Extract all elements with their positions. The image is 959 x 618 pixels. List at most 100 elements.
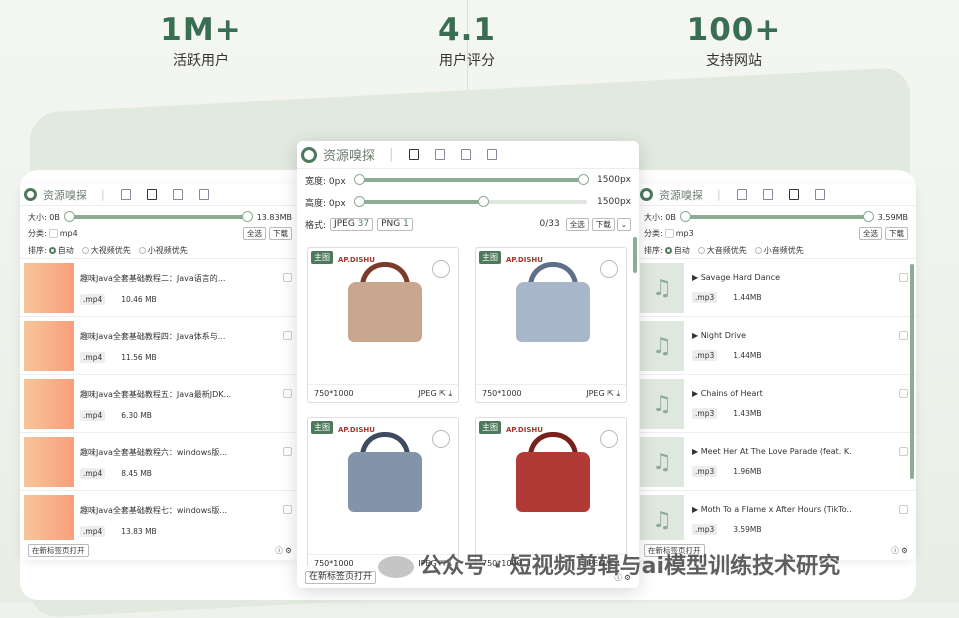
height-label: 高度: 0px [305,198,346,209]
image-card[interactable]: 主图 AP.DISHU 750*1000 JPEG ⇱ ⤓ [475,247,627,403]
slider-min-knob[interactable] [353,174,365,185]
scrollbar[interactable] [910,264,914,479]
open-external-icon[interactable]: ⇱ [439,389,446,398]
list-item[interactable]: 趣味Java全套基础教程二：Java语言的... .mp4 10.46 MB [20,259,300,317]
sort-radio[interactable] [754,246,762,254]
download-icon[interactable]: ⤓ [616,389,620,398]
item-checkbox[interactable] [899,389,908,398]
sort-radio[interactable] [48,246,56,254]
video-tab-icon[interactable] [146,189,157,200]
sort-radio[interactable] [697,246,705,254]
slider-min-knob[interactable] [679,211,691,222]
download-button[interactable]: 下载 [269,226,292,240]
music-note-icon: ♫ [640,379,684,429]
width-max: 1500px [597,175,631,185]
image-tab-icon[interactable] [409,149,420,160]
category-checkbox[interactable] [664,228,674,238]
sort-radio[interactable] [664,246,672,254]
file-size: 11.56 MB [121,353,157,362]
list-item[interactable]: ♫ ▶ Chains of Heart .mp3 1.43MB [636,375,916,433]
info-icon[interactable]: ⓘ ⚙ [891,545,908,556]
app-title: 资源嗅探 [323,149,376,164]
item-checkbox[interactable] [283,505,292,514]
select-all-button[interactable]: 全选 [565,217,589,231]
stat-number: 4.1 [438,12,496,48]
slider-min-knob[interactable] [353,196,365,207]
item-checkbox[interactable] [283,389,292,398]
list-item[interactable]: ♫ ▶ Meet Her At The Love Parade (feat. K.… [636,433,916,491]
download-button[interactable]: 下载 [591,217,615,231]
format-png-chip[interactable]: PNG 1 [377,217,413,231]
list-item[interactable]: 趣味Java全套基础教程四：Java体系与... .mp4 11.56 MB [20,317,300,375]
open-external-icon[interactable]: ⇱ [607,389,614,398]
info-icon[interactable]: ⓘ ⚙ [275,545,292,556]
sort-row: 排序: 自动 大音频优先 小音频优先 [636,242,916,258]
select-all-button[interactable]: 全选 [243,226,266,240]
slider-min-knob[interactable] [63,211,75,222]
item-checkbox[interactable] [283,447,292,456]
item-checkbox[interactable] [283,331,292,340]
video-sniffer-panel: 资源嗅探 | 大小: 0B 13.83MB 分类: mp4 全选 下载 排序: 自动 大视频优… [20,184,300,560]
file-size: 8.45 MB [121,469,152,478]
doc-tab-icon[interactable] [198,189,209,200]
select-circle[interactable] [432,430,450,448]
width-slider[interactable] [353,174,590,185]
select-circle[interactable] [432,260,450,278]
item-checkbox[interactable] [899,331,908,340]
list-item[interactable]: ♫ ▶ Night Drive .mp3 1.44MB [636,317,916,375]
image-tab-icon[interactable] [120,189,131,200]
select-circle[interactable] [600,260,618,278]
item-checkbox[interactable] [899,505,908,514]
audio-tab-icon[interactable] [788,189,799,200]
list-item[interactable]: ♫ ▶ Savage Hard Dance .mp3 1.44MB [636,259,916,317]
video-tab-icon[interactable] [762,189,773,200]
format-jpeg-chip[interactable]: JPEG 37 [330,217,374,231]
doc-tab-icon[interactable] [487,149,498,160]
list-item[interactable]: 趣味Java全套基础教程五：Java最新JDK... .mp4 6.30 MB [20,375,300,433]
sort-option: 小音频优先 [763,245,804,255]
stat-users: 1M+ 活跃用户 [121,12,281,70]
app-title: 资源嗅探 [43,188,87,202]
sort-radio[interactable] [81,246,89,254]
category-checkbox[interactable] [48,228,58,238]
open-new-tab-button[interactable]: 在新标签页打开 [28,543,89,557]
slider-max-knob[interactable] [241,211,253,222]
sort-row: 排序: 自动 大视频优先 小视频优先 [20,242,300,258]
format-name: PNG [381,218,401,229]
image-tab-icon[interactable] [736,189,747,200]
item-checkbox[interactable] [283,273,292,282]
file-size: 3.59MB [733,525,762,534]
image-dimensions: 750*1000 [482,389,522,398]
audio-tab-icon[interactable] [172,189,183,200]
slider-max-knob[interactable] [578,174,590,185]
panel-header: 资源嗅探 | [20,184,300,206]
download-icon[interactable]: ⤓ [448,389,452,398]
item-checkbox[interactable] [899,273,908,282]
item-checkbox[interactable] [899,447,908,456]
doc-tab-icon[interactable] [814,189,825,200]
product-image [348,282,422,342]
scrollbar[interactable] [633,237,637,273]
main-image-badge: 主图 [311,251,333,264]
audio-tab-icon[interactable] [461,149,472,160]
image-card[interactable]: 主图 AP.DISHU 750*1000 JPEG ⇱ ⤓ [307,247,459,403]
download-button[interactable]: 下载 [885,226,908,240]
sort-radio[interactable] [138,246,146,254]
app-logo-icon [640,188,653,201]
item-title: ▶ Meet Her At The Love Parade (feat. K..… [692,447,852,456]
select-circle[interactable] [600,430,618,448]
size-slider[interactable] [679,211,874,222]
format-count: 37 [357,218,370,229]
music-note-icon: ♫ [640,263,684,313]
height-slider[interactable] [353,196,588,207]
size-slider[interactable] [63,211,253,222]
slider-max-knob[interactable] [862,211,874,222]
image-format: JPEG [586,388,605,398]
list-item[interactable]: 趣味Java全套基础教程六：windows版... .mp4 8.45 MB [20,433,300,491]
open-new-tab-button[interactable]: 在新标签页打开 [305,570,377,584]
video-tab-icon[interactable] [435,149,446,160]
slider-max-knob[interactable] [478,196,490,207]
category-label: 分类: [28,228,47,238]
select-all-button[interactable]: 全选 [859,226,882,240]
chevron-down-icon[interactable]: ⌄ [616,217,631,231]
